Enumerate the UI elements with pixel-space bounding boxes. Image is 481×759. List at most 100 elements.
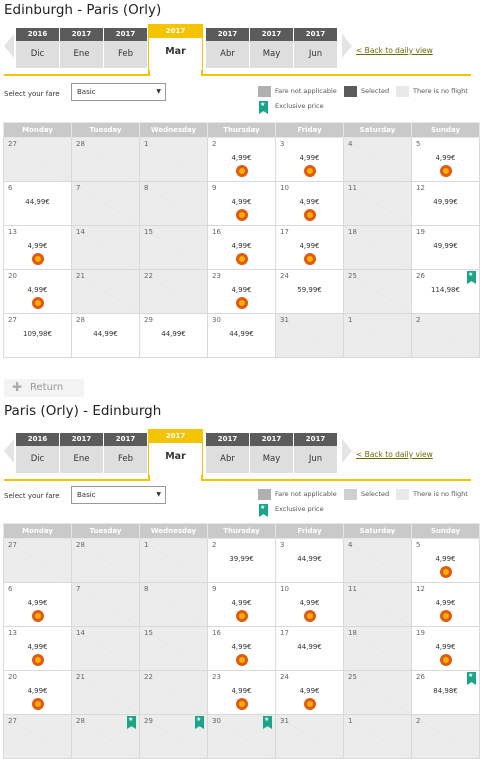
calendar-day-no-flight: 2 <box>411 313 480 358</box>
day-number: 5 <box>416 140 421 148</box>
next-month-arrow-icon[interactable] <box>342 439 352 463</box>
outbound-month-tab-4[interactable]: 2017 Abr <box>206 28 249 70</box>
fare-select[interactable]: Basic ▼ <box>71 83 166 101</box>
outbound-month-tab-5[interactable]: 2017 May <box>250 28 293 70</box>
calendar-day-cell[interactable]: 9 4,99€ <box>207 181 276 226</box>
calendar-day-cell[interactable]: 28 44,99€ <box>71 313 140 358</box>
day-number: 17 <box>280 629 289 637</box>
fare-select[interactable]: Basic ▼ <box>71 486 166 504</box>
calendar-day-cell[interactable]: 5 4,99€ <box>411 538 480 583</box>
calendar-week-row: 27 28 1 2 4,99€ 3 4,99€ 4 5 4,99€ <box>3 137 480 182</box>
weekday-header: Saturday <box>343 122 412 138</box>
calendar-week-row: 6 44,99€ 7 8 9 4,99€ 10 4,99€ 11 12 49,99€ <box>3 181 480 226</box>
calendar-day-cell[interactable]: 10 4,99€ <box>275 582 344 627</box>
inbound-month-tab-3[interactable]: 2017 Mar <box>149 429 202 475</box>
calendar-day-cell[interactable]: 2 39,99€ <box>207 538 276 583</box>
calendar-day-cell[interactable]: 20 4,99€ <box>3 670 72 715</box>
calendar-day-cell[interactable]: 12 4,99€ <box>411 582 480 627</box>
day-number: 29 <box>144 316 153 324</box>
day-number: 1 <box>144 541 149 549</box>
calendar-day-cell[interactable]: 17 4,99€ <box>275 225 344 270</box>
calendar-week-row: 13 4,99€ 14 15 16 4,99€ 17 4,99€ 18 19 49,99€ <box>3 225 480 270</box>
calendar-day-cell[interactable]: 24 59,99€ <box>275 269 344 314</box>
outbound-month-strip: 2016 Dic 2017 Ene 2017 Feb 2017 Mar 2017 Abr … <box>0 24 481 76</box>
prev-month-arrow-icon[interactable] <box>4 34 14 58</box>
offer-badge-icon <box>303 610 316 622</box>
calendar-day-cell[interactable]: 10 4,99€ <box>275 181 344 226</box>
calendar-day-cell[interactable]: 6 4,99€ <box>3 582 72 627</box>
calendar-day-cell[interactable]: 30 44,99€ <box>207 313 276 358</box>
day-number: 20 <box>8 673 17 681</box>
inbound-month-tab-0[interactable]: 2016 Dic <box>16 433 59 475</box>
offer-badge-icon <box>303 209 316 221</box>
calendar-day-cell[interactable]: 13 4,99€ <box>3 225 72 270</box>
calendar-day-no-flight: 28 <box>71 538 140 583</box>
calendar-day-no-flight: 14 <box>71 626 140 671</box>
back-to-daily-view-link[interactable]: < Back to daily view <box>356 450 433 459</box>
calendar-day-cell[interactable]: 12 49,99€ <box>411 181 480 226</box>
calendar-day-cell[interactable]: 23 4,99€ <box>207 670 276 715</box>
day-price: 84,98€ <box>433 687 458 695</box>
calendar-day-cell[interactable]: 5 4,99€ <box>411 137 480 182</box>
day-number: 31 <box>280 717 289 725</box>
offer-badge-icon <box>235 253 248 265</box>
calendar-day-cell[interactable]: 23 4,99€ <box>207 269 276 314</box>
outbound-month-tab-3[interactable]: 2017 Mar <box>149 24 202 70</box>
offer-badge-icon <box>439 165 452 177</box>
calendar-day-cell[interactable]: 6 44,99€ <box>3 181 72 226</box>
inbound-month-tab-2[interactable]: 2017 Feb <box>104 433 147 475</box>
exclusive-price-icon <box>467 271 476 284</box>
calendar-day-cell[interactable]: 19 49,99€ <box>411 225 480 270</box>
offer-badge-icon <box>439 610 452 622</box>
exclusive-price-icon <box>127 716 136 729</box>
calendar-day-no-flight: 27 <box>3 714 72 759</box>
offer-badge-icon <box>303 165 316 177</box>
day-price: 4,99€ <box>299 687 320 695</box>
calendar-day-cell[interactable]: 24 4,99€ <box>275 670 344 715</box>
calendar-day-cell[interactable]: 16 4,99€ <box>207 626 276 671</box>
calendar-day-cell[interactable]: 9 4,99€ <box>207 582 276 627</box>
day-number: 2 <box>212 140 217 148</box>
calendar-day-cell[interactable]: 26 114,98€ <box>411 269 480 314</box>
calendar-day-cell[interactable]: 3 44,99€ <box>275 538 344 583</box>
calendar-day-cell[interactable]: 19 4,99€ <box>411 626 480 671</box>
day-number: 11 <box>348 585 357 593</box>
inbound-month-tab-5[interactable]: 2017 May <box>250 433 293 475</box>
back-to-daily-view-link[interactable]: < Back to daily view <box>356 46 433 55</box>
day-number: 10 <box>280 184 289 192</box>
outbound-month-tab-0[interactable]: 2016 Dic <box>16 28 59 70</box>
outbound-month-tab-6[interactable]: 2017 Jun <box>294 28 337 70</box>
inbound-month-tab-1[interactable]: 2017 Ene <box>60 433 103 475</box>
day-price: 4,99€ <box>27 242 48 250</box>
calendar-day-cell[interactable]: 26 84,98€ <box>411 670 480 715</box>
calendar-day-no-flight: 22 <box>139 269 208 314</box>
calendar-day-cell[interactable]: 13 4,99€ <box>3 626 72 671</box>
inbound-month-tab-6[interactable]: 2017 Jun <box>294 433 337 475</box>
day-number: 5 <box>416 541 421 549</box>
calendar-week-row: 27 109,98€ 28 44,99€ 29 44,99€ 30 44,99€ 31 1 2 <box>3 313 480 358</box>
calendar-day-cell[interactable]: 27 109,98€ <box>3 313 72 358</box>
calendar-day-cell[interactable]: 20 4,99€ <box>3 269 72 314</box>
outbound-month-tab-2[interactable]: 2017 Feb <box>104 28 147 70</box>
inbound-month-tab-4[interactable]: 2017 Abr <box>206 433 249 475</box>
day-number: 30 <box>212 316 221 324</box>
outbound-month-tab-1[interactable]: 2017 Ene <box>60 28 103 70</box>
calendar-day-cell[interactable]: 2 4,99€ <box>207 137 276 182</box>
day-number: 28 <box>76 316 85 324</box>
fare-label: Select your fare <box>4 492 60 500</box>
calendar-day-cell[interactable]: 3 4,99€ <box>275 137 344 182</box>
prev-month-arrow-icon[interactable] <box>4 439 14 463</box>
day-price: 4,99€ <box>231 687 252 695</box>
calendar-day-no-flight: 7 <box>71 181 140 226</box>
exclusive-price-icon <box>467 672 476 685</box>
calendar-day-cell[interactable]: 17 44,99€ <box>275 626 344 671</box>
calendar-day-no-flight: 15 <box>139 626 208 671</box>
next-month-arrow-icon[interactable] <box>342 34 352 58</box>
day-price: 4,99€ <box>231 242 252 250</box>
day-number: 24 <box>280 673 289 681</box>
calendar-day-cell[interactable]: 16 4,99€ <box>207 225 276 270</box>
calendar-day-cell[interactable]: 29 44,99€ <box>139 313 208 358</box>
calendar-week-row: 27 28 1 2 39,99€ 3 44,99€ 4 5 4,99€ <box>3 538 480 583</box>
calendar-day-no-flight: 11 <box>343 181 412 226</box>
day-number: 22 <box>144 673 153 681</box>
